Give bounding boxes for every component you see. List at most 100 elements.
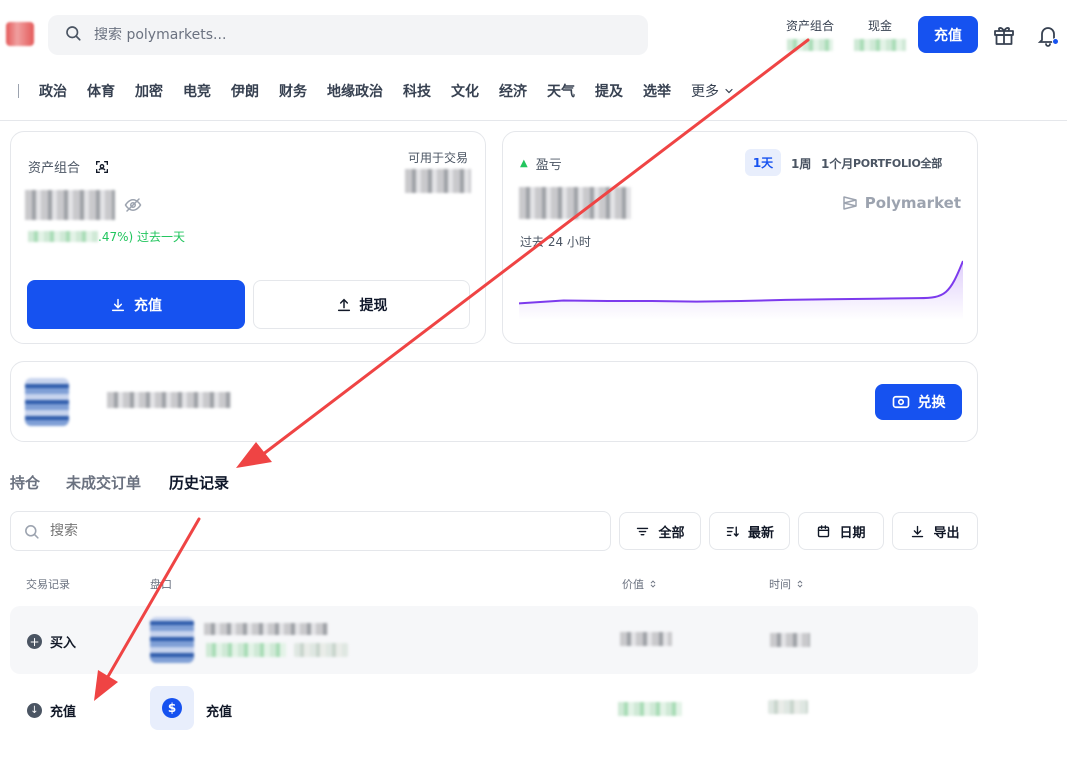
search-icon — [64, 24, 82, 46]
nav-item[interactable]: 经济 — [499, 81, 527, 101]
col-header-value-label: 价值 — [622, 578, 644, 591]
polymarket-brand: Polymarket — [841, 194, 961, 212]
download-icon — [111, 298, 125, 311]
portfolio-card: 资产组合 可用于交易 .47%) 过去一天 充值 提现 — [10, 131, 486, 344]
logo[interactable] — [6, 22, 34, 46]
nav-more-label: 更多 — [691, 84, 719, 100]
arrow-down-circle-icon: ↓ — [27, 703, 42, 718]
withdraw-button[interactable]: 提现 — [253, 280, 470, 329]
nav-item[interactable]: 加密 — [135, 81, 163, 101]
row-type-label: 充值 — [50, 705, 77, 720]
polymarket-brand-label: Polymarket — [864, 194, 961, 212]
search-input[interactable] — [94, 27, 594, 43]
portfolio-label: 资产组合 — [786, 19, 835, 33]
cash-label: 现金 — [867, 19, 892, 33]
sort-latest-button[interactable]: 最新 — [709, 512, 790, 550]
row-type-buy: + 买入 — [27, 632, 76, 651]
col-header-value[interactable]: 价值 — [622, 576, 658, 592]
pnl-title: 盈亏 — [535, 158, 562, 173]
notification-dot — [1052, 38, 1059, 45]
market-shares-redacted — [294, 643, 348, 657]
nav-item[interactable]: 科技 — [403, 81, 431, 101]
row-time-redacted — [768, 700, 808, 714]
gift-icon[interactable] — [990, 21, 1018, 49]
tab-open-orders[interactable]: 未成交订单 — [66, 472, 141, 493]
nav-separator — [18, 84, 19, 98]
nav-item[interactable]: 财务 — [279, 81, 307, 101]
swap-label: 兑换 — [917, 395, 946, 411]
portfolio-deposit-button[interactable]: 充值 — [27, 280, 245, 329]
export-button[interactable]: 导出 — [892, 512, 978, 550]
portfolio-change-text: .47%) 过去一天 — [98, 230, 185, 244]
range-overlap-text[interactable]: PORTFOLIO全部 — [853, 155, 942, 171]
history-search-input[interactable] — [50, 523, 570, 539]
col-header-type: 交易记录 — [26, 578, 70, 591]
swap-icon — [892, 395, 909, 409]
sort-toggle-icon — [797, 580, 803, 588]
scan-icon[interactable] — [94, 159, 110, 175]
nav-item[interactable]: 选举 — [643, 81, 671, 101]
nav-item[interactable]: 电竞 — [183, 81, 211, 101]
pnl-period-label: 过去 24 小时 — [520, 235, 591, 249]
nav-item[interactable]: 体育 — [87, 81, 115, 101]
tab-history[interactable]: 历史记录 — [169, 472, 229, 493]
swap-button[interactable]: 兑换 — [875, 384, 962, 420]
header-deposit-label: 充值 — [934, 27, 962, 44]
plus-circle-icon: + — [27, 634, 42, 649]
portfolio-deposit-label: 充值 — [134, 297, 162, 314]
cash-stat[interactable]: 现金 — [852, 17, 908, 51]
portfolio-value-redacted — [787, 39, 833, 51]
upload-icon — [337, 298, 350, 311]
sort-toggle-icon — [650, 580, 656, 588]
col-header-market: 盘口 — [150, 578, 172, 591]
triangle-up-icon: ▲ — [520, 158, 528, 169]
history-search[interactable] — [10, 511, 611, 551]
withdraw-label: 提现 — [359, 297, 388, 314]
range-1m[interactable]: 1个月 — [821, 155, 853, 172]
pnl-value-redacted — [519, 187, 631, 219]
nav-more[interactable]: 更多 — [691, 81, 735, 101]
portfolio-value-redacted — [25, 190, 115, 220]
col-header-time[interactable]: 时间 — [769, 576, 805, 592]
range-1d[interactable]: 1天 — [745, 149, 781, 176]
market-outcome-redacted — [206, 643, 286, 657]
search-bar[interactable] — [48, 15, 648, 55]
nav-item[interactable]: 文化 — [451, 81, 479, 101]
pnl-chart-area — [519, 261, 963, 320]
date-filter-label: 日期 — [839, 525, 866, 541]
nav-item[interactable]: 政治 — [39, 81, 67, 101]
col-header-time-label: 时间 — [769, 578, 791, 591]
sort-icon — [726, 525, 739, 537]
swap-card: 兑换 — [10, 361, 978, 442]
tab-positions[interactable]: 持仓 — [10, 472, 40, 493]
dollar-icon: $ — [162, 698, 182, 718]
export-label: 导出 — [933, 525, 960, 541]
annotation-arrowhead-1 — [236, 442, 272, 468]
nav-item[interactable]: 地缘政治 — [327, 81, 383, 101]
token-name-redacted — [107, 392, 231, 408]
bell-icon[interactable] — [1034, 21, 1062, 49]
row-time-redacted — [770, 633, 810, 647]
nav-item[interactable]: 提及 — [595, 81, 623, 101]
chevron-down-icon — [725, 88, 733, 94]
deposit-thumbnail: $ — [150, 686, 194, 730]
portfolio-stat[interactable]: 资产组合 — [786, 17, 834, 51]
nav-item[interactable]: 天气 — [547, 81, 575, 101]
row-value-redacted — [618, 702, 682, 716]
eye-off-icon[interactable] — [123, 196, 143, 218]
search-icon — [25, 524, 39, 539]
token-avatar-redacted — [25, 378, 69, 426]
date-filter-button[interactable]: 日期 — [798, 512, 884, 550]
filter-all-button[interactable]: 全部 — [619, 512, 701, 550]
range-1w[interactable]: 1周 — [791, 155, 811, 172]
portfolio-title: 资产组合 — [28, 161, 81, 176]
market-title-redacted — [204, 623, 328, 635]
nav-item[interactable]: 伊朗 — [231, 81, 259, 101]
filter-all-label: 全部 — [658, 525, 685, 541]
available-value-redacted — [405, 169, 471, 193]
header-deposit-button[interactable]: 充值 — [918, 16, 978, 53]
row-type-label: 买入 — [50, 636, 77, 651]
calendar-icon — [818, 524, 830, 537]
row-type-deposit: ↓ 充值 — [27, 701, 76, 720]
row-value-redacted — [620, 632, 672, 646]
